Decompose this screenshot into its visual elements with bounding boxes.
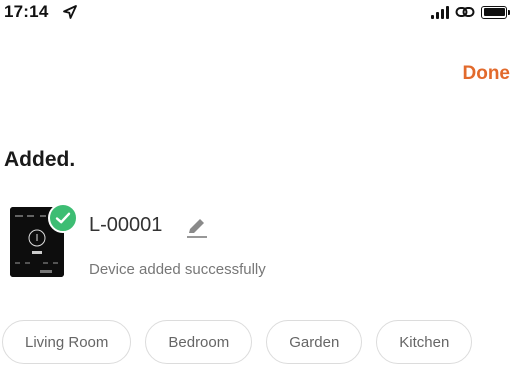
location-arrow-icon: [63, 5, 77, 19]
status-bar: 17:14: [0, 0, 515, 26]
device-status-text: Device added successfully: [89, 261, 266, 278]
done-button[interactable]: Done: [463, 63, 511, 85]
status-icons: [431, 4, 510, 20]
link-hotspot-icon: [455, 7, 475, 17]
status-time: 17:14: [4, 2, 49, 21]
battery-icon: [481, 5, 510, 19]
room-chip-living-room[interactable]: Living Room: [2, 320, 132, 364]
room-chip-kitchen[interactable]: Kitchen: [376, 320, 473, 364]
success-check-icon: [48, 203, 78, 233]
edit-pencil-icon[interactable]: [185, 215, 209, 239]
room-chip-bedroom[interactable]: Bedroom: [145, 320, 253, 364]
cellular-signal-icon: [431, 5, 449, 19]
page-title: Added.: [4, 148, 76, 171]
device-name: L-00001: [89, 214, 163, 236]
room-chip-list: Living Room Bedroom Garden Kitchen: [2, 320, 473, 366]
room-chip-garden[interactable]: Garden: [266, 320, 363, 364]
